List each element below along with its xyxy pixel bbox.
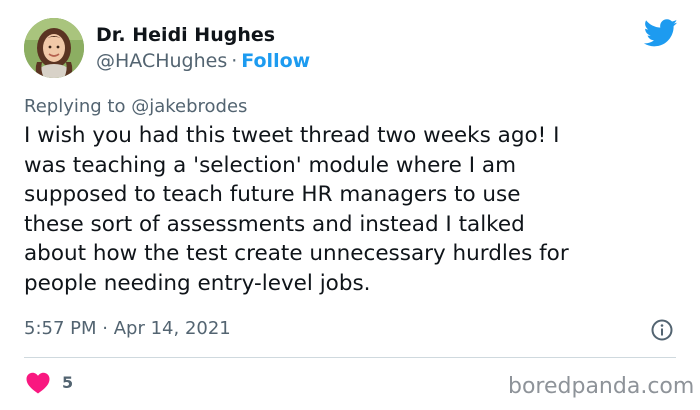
handle-separator: · bbox=[231, 50, 238, 72]
tweet-text-line: I wish you had this tweet thread two wee… bbox=[24, 123, 560, 148]
tweet-text: I wish you had this tweet thread two wee… bbox=[24, 121, 684, 298]
like-count: 5 bbox=[62, 373, 74, 392]
author-handle-row: @HACHughes · Follow bbox=[96, 50, 310, 72]
reply-mention-link[interactable]: @jakebrodes bbox=[131, 96, 247, 117]
twitter-bird-icon[interactable] bbox=[643, 16, 678, 50]
tweet-timestamp[interactable]: 5:57 PM · Apr 14, 2021 bbox=[24, 318, 231, 339]
tweet-time: 5:57 PM bbox=[24, 318, 97, 339]
tweet-text-line: these sort of assessments and instead I … bbox=[24, 211, 525, 237]
watermark: boredpanda.com bbox=[508, 374, 695, 399]
tweet-date: Apr 14, 2021 bbox=[113, 318, 231, 339]
info-icon[interactable] bbox=[650, 318, 674, 342]
author-name[interactable]: Dr. Heidi Hughes bbox=[96, 24, 275, 46]
avatar[interactable] bbox=[24, 18, 84, 78]
author-handle[interactable]: @HACHughes bbox=[96, 50, 227, 72]
tweet-text-line: supposed to teach future HR managers to … bbox=[24, 182, 521, 207]
replying-to: Replying to @jakebrodes bbox=[24, 96, 247, 117]
divider bbox=[24, 357, 676, 358]
replying-prefix: Replying to bbox=[24, 96, 126, 117]
timestamp-separator: · bbox=[102, 318, 108, 339]
heart-icon[interactable] bbox=[26, 372, 50, 394]
tweet-text-line: was teaching a 'selection' module where … bbox=[24, 152, 517, 178]
tweet-text-line: people needing entry-level jobs. bbox=[24, 270, 371, 296]
follow-button[interactable]: Follow bbox=[241, 50, 310, 72]
tweet-text-line: about how the test create unnecessary hu… bbox=[24, 241, 569, 266]
avatar-image bbox=[24, 18, 84, 78]
tweet-card: Dr. Heidi Hughes @HACHughes · Follow Reply… bbox=[0, 0, 700, 410]
